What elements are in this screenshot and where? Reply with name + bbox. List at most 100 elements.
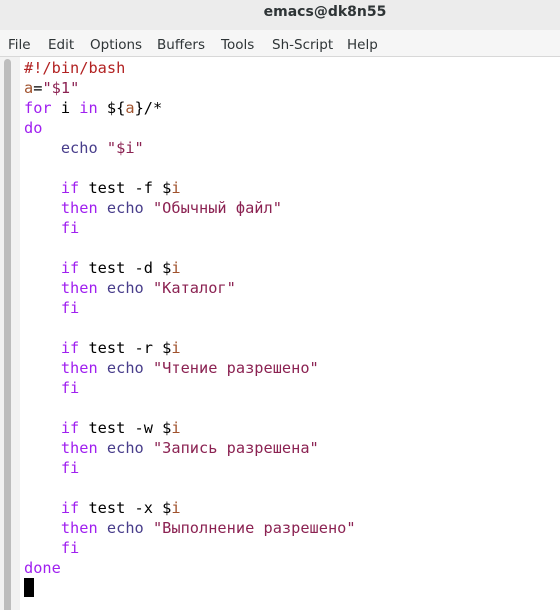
menu-help[interactable]: Help <box>347 37 378 53</box>
code-line-cursor <box>24 578 560 598</box>
code-line-if: if test -d $i <box>24 258 560 278</box>
keyword-fi: fi <box>60 539 80 557</box>
keyword-fi: fi <box>60 299 80 317</box>
variable-name: i <box>171 259 181 277</box>
text-cursor <box>24 578 34 597</box>
string-literal: "Каталог" <box>152 279 236 297</box>
code-editor[interactable]: #!/bin/bash a="$1" for i in ${a}/* do ec… <box>24 58 560 610</box>
code-line-then: then echo "Запись разрешена" <box>24 438 560 458</box>
keyword-then: then <box>60 519 98 537</box>
test-expression: test -f $ <box>79 179 172 197</box>
code-line-fi: fi <box>24 218 560 238</box>
string-literal: "Чтение разрешено" <box>152 359 319 377</box>
keyword-in: in <box>79 99 98 117</box>
keyword-do: do <box>24 119 43 137</box>
builtin-echo: echo <box>106 199 144 217</box>
keyword-then: then <box>60 199 98 217</box>
code-line-fi: fi <box>24 298 560 318</box>
code-line-if: if test -w $i <box>24 418 560 438</box>
code-line-1: #!/bin/bash <box>24 58 560 78</box>
code-line-then: then echo "Чтение разрешено" <box>24 358 560 378</box>
keyword-for: for <box>24 99 52 117</box>
keyword-done: done <box>24 559 61 577</box>
code-line-done: done <box>24 558 560 578</box>
menu-sh-script[interactable]: Sh-Script <box>272 37 333 53</box>
code-line-if: if test -f $i <box>24 178 560 198</box>
code-line-fi: fi <box>24 458 560 478</box>
string-literal: "$i" <box>106 139 144 157</box>
menu-file[interactable]: File <box>8 37 31 53</box>
code-line-then: then echo "Каталог" <box>24 278 560 298</box>
builtin-echo: echo <box>106 359 144 377</box>
vertical-scrollbar[interactable] <box>0 57 14 610</box>
string-literal: "Запись разрешена" <box>152 439 319 457</box>
code-text: i <box>51 99 80 117</box>
keyword-fi: fi <box>60 219 80 237</box>
code-line-3: for i in ${a}/* <box>24 98 560 118</box>
builtin-echo: echo <box>106 439 144 457</box>
code-line-fi: fi <box>24 538 560 558</box>
title-bar[interactable]: emacs@dk8n55 <box>0 0 560 30</box>
keyword-if: if <box>60 259 80 277</box>
code-line-4: do <box>24 118 560 138</box>
code-text: }/* <box>134 99 163 117</box>
menu-options[interactable]: Options <box>90 37 142 53</box>
builtin-echo: echo <box>106 519 144 537</box>
variable-name: a <box>24 79 34 97</box>
menu-edit[interactable]: Edit <box>48 37 74 53</box>
builtin-echo: echo <box>106 279 144 297</box>
keyword-if: if <box>60 179 80 197</box>
scrollbar-thumb[interactable] <box>4 59 11 610</box>
variable-name: i <box>171 499 181 517</box>
string-literal: "$1" <box>42 79 80 97</box>
code-text: ${ <box>97 99 126 117</box>
code-line-5: echo "$i" <box>24 138 560 158</box>
test-expression: test -d $ <box>79 259 172 277</box>
code-line-2: a="$1" <box>24 78 560 98</box>
variable-name: i <box>171 339 181 357</box>
keyword-if: if <box>60 419 80 437</box>
test-expression: test -x $ <box>79 499 172 517</box>
variable-name: i <box>171 419 181 437</box>
window-title: emacs@dk8n55 <box>263 4 387 20</box>
code-line-fi: fi <box>24 378 560 398</box>
menu-tools[interactable]: Tools <box>221 37 254 53</box>
builtin-echo: echo <box>60 139 98 157</box>
code-line-if: if test -x $i <box>24 498 560 518</box>
menu-buffers[interactable]: Buffers <box>157 37 205 53</box>
variable-name: a <box>125 99 135 117</box>
keyword-if: if <box>60 339 80 357</box>
shebang-comment: #!/bin/bash <box>24 59 126 77</box>
keyword-if: if <box>60 499 80 517</box>
keyword-then: then <box>60 439 98 457</box>
keyword-fi: fi <box>60 379 80 397</box>
keyword-then: then <box>60 359 98 377</box>
code-line-if: if test -r $i <box>24 338 560 358</box>
